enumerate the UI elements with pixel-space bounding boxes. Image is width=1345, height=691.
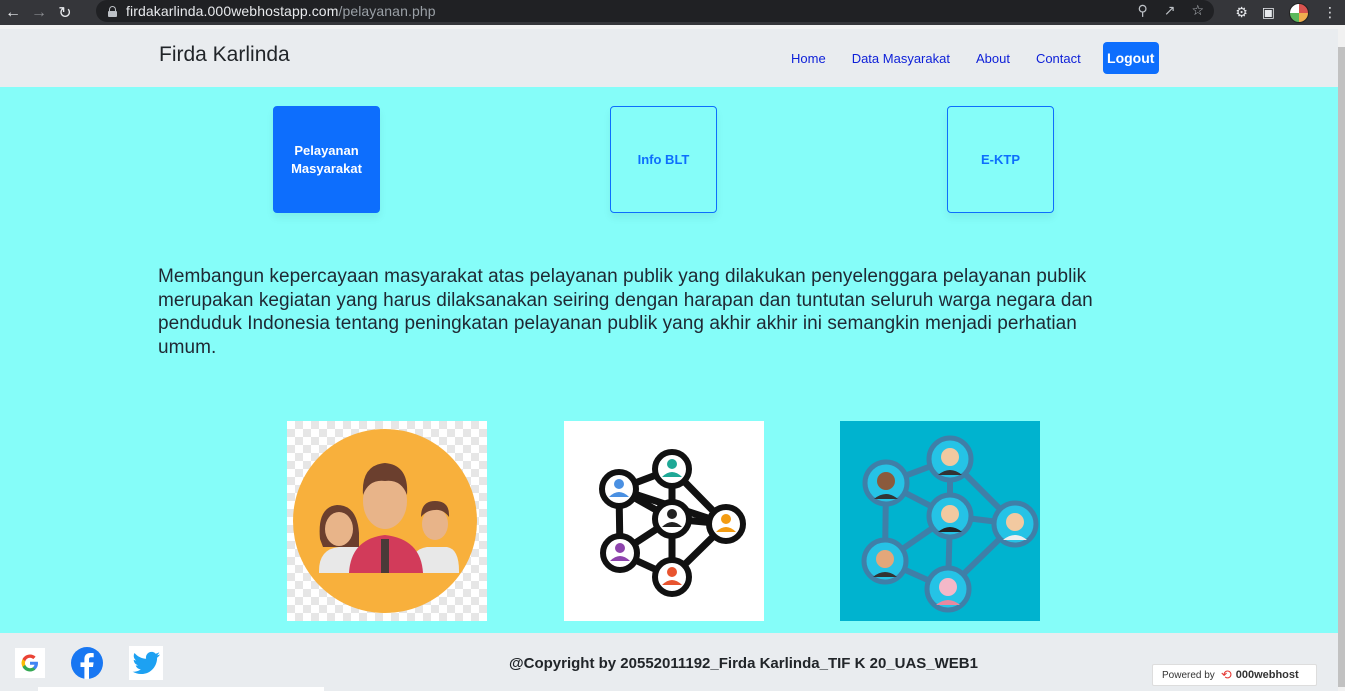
menu-icon[interactable]: ⋮ [1323, 4, 1337, 21]
lock-icon [108, 5, 117, 17]
social-network-illustration [840, 421, 1040, 621]
sidepanel-icon[interactable]: ▣ [1262, 4, 1275, 21]
reload-icon[interactable]: ↻ [52, 0, 78, 25]
nav-links: Home Data Masyarakat About Contact Logou… [778, 42, 1159, 74]
profile-avatar[interactable] [1289, 2, 1309, 23]
webhost-logo-icon: ⟲ [1220, 667, 1232, 682]
card-e-ktp[interactable]: E-KTP [947, 106, 1054, 213]
site-brand[interactable]: Firda Karlinda [159, 43, 290, 67]
powered-label: Powered by [1162, 669, 1215, 681]
extensions-icon[interactable]: ⚙ [1235, 4, 1248, 21]
page-scrollbar[interactable] [1338, 29, 1345, 691]
card-label: Info BLT [637, 151, 690, 167]
logout-button[interactable]: Logout [1102, 42, 1159, 74]
status-strip [38, 687, 324, 691]
people-group-illustration [287, 421, 487, 621]
scrollbar-thumb[interactable] [1338, 47, 1345, 687]
nav-link-home[interactable]: Home [778, 51, 839, 66]
main-content: Pelayanan Masyarakat Info BLT E-KTP Memb… [0, 87, 1338, 633]
copyright-text: @Copyright by 20552011192_Firda Karlinda… [509, 655, 978, 672]
powered-brand: 000webhost [1235, 669, 1299, 681]
intro-paragraph: Membangun kepercayaan masyarakat atas pe… [158, 266, 1093, 358]
url-host: firdakarlinda.000webhostapp.com [126, 3, 339, 19]
nav-link-contact[interactable]: Contact [1023, 51, 1094, 66]
back-icon[interactable]: ← [0, 0, 26, 25]
url-path: /pelayanan.php [338, 3, 436, 19]
zoom-icon[interactable]: ⚲ [1137, 2, 1147, 19]
twitter-icon[interactable] [129, 646, 163, 680]
powered-by-badge[interactable]: Powered by ⟲ 000webhost [1152, 664, 1317, 686]
forward-icon[interactable]: → [26, 0, 52, 25]
url-text: firdakarlinda.000webhostapp.com/pelayana… [126, 3, 436, 19]
card-label: E-KTP [981, 151, 1020, 167]
card-info-blt[interactable]: Info BLT [610, 106, 717, 213]
google-icon[interactable] [13, 646, 47, 680]
card-pelayanan-masyarakat[interactable]: Pelayanan Masyarakat [273, 106, 380, 213]
navbar: Firda Karlinda Home Data Masyarakat Abou… [0, 29, 1338, 87]
facebook-icon[interactable] [70, 646, 104, 680]
address-bar[interactable]: firdakarlinda.000webhostapp.com/pelayana… [96, 0, 1214, 22]
nav-link-about[interactable]: About [963, 51, 1023, 66]
nav-link-data-masyarakat[interactable]: Data Masyarakat [839, 51, 963, 66]
footer: @Copyright by 20552011192_Firda Karlinda… [0, 633, 1338, 691]
card-label: Pelayanan Masyarakat [291, 142, 362, 176]
star-icon[interactable]: ☆ [1191, 2, 1204, 19]
webpage: Firda Karlinda Home Data Masyarakat Abou… [0, 29, 1338, 691]
browser-toolbar: ← → ↻ firdakarlinda.000webhostapp.com/pe… [0, 0, 1345, 25]
share-icon[interactable]: ↗ [1164, 2, 1176, 19]
network-people-icon [564, 421, 764, 621]
